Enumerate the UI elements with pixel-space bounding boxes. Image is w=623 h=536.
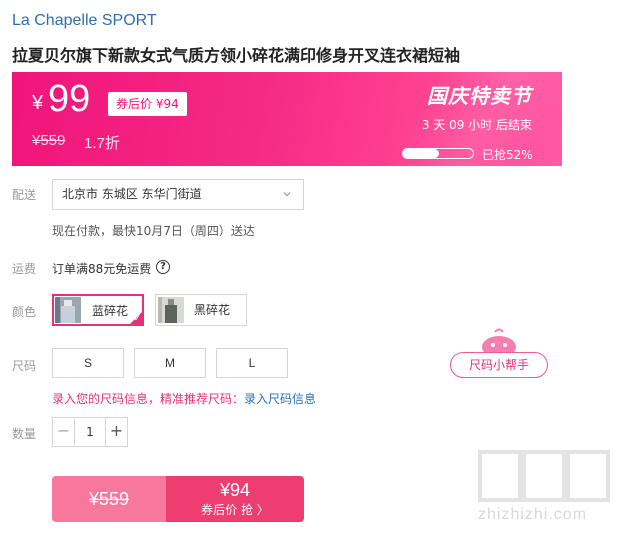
shipping-label: 运费 [12,262,37,276]
help-icon[interactable]: ? [156,260,170,274]
coupon-buy-price: ¥94 [219,480,251,500]
coupon-buy-button[interactable]: ¥94 券后价 抢 〉 [166,476,304,522]
quantity-stepper: − 1 + [52,417,128,447]
size-option-m[interactable]: M [134,348,206,378]
price-currency: ¥ [32,92,44,114]
countdown-timer: 3 天 09 小时 后结束 [421,118,532,132]
quantity-input[interactable]: 1 [75,418,105,446]
size-info-prompt: 录入您的尺码信息，精准推荐尺码：录入尺码信息 [52,390,316,407]
product-thumbnail-blue [55,297,81,323]
color-option-blue-floral[interactable]: 蓝碎花 ✓ [52,294,144,326]
original-price: ¥559 [32,132,66,149]
sold-progress-fill [403,149,440,158]
quantity-label: 数量 [12,427,37,441]
discount-rate: 1.7折 [84,135,120,152]
size-option-s[interactable]: S [52,348,124,378]
watermark-text: zhizhizhi.com [478,506,588,523]
color-option-black-floral[interactable]: 黑碎花 [155,294,247,326]
chevron-down-icon [283,192,291,197]
size-info-link[interactable]: 录入尺码信息 [244,392,316,406]
shipping-text: 订单满88元免运费 [52,262,152,276]
product-thumbnail-black [158,297,184,323]
address-selector[interactable]: 北京市 东城区 东华门街道 [52,179,304,210]
watermark-logo-icon [522,450,566,502]
coupon-price-tag: 券后价 ¥94 [108,92,187,116]
watermark-logo-icon [566,450,610,502]
promo-banner: ¥ 99 券后价 ¥94 ¥559 1.7折 国庆特卖节 3 天 09 小时 后… [12,72,562,166]
check-icon: ✓ [133,314,141,324]
product-title: 拉夏贝尔旗下新款女式气质方领小碎花满印修身开叉连衣裙短袖 [12,46,461,65]
event-title: 国庆特卖节 [427,84,532,108]
current-price: 99 [48,78,91,120]
delivery-eta: 现在付款，最快10月7日（周四）送达 [52,224,255,238]
brand-name[interactable]: La Chapelle SPORT [12,12,157,30]
address-value: 北京市 东城区 东华门街道 [62,187,202,201]
original-price-button[interactable]: ¥559 [52,476,166,522]
sold-progress-bar [402,148,474,159]
quantity-plus-button[interactable]: + [105,418,127,446]
coupon-buy-label: 券后价 抢 〉 [201,503,269,517]
sold-progress-text: 已抢52% [482,148,533,162]
quantity-minus-button[interactable]: − [53,418,75,446]
delivery-label: 配送 [12,188,37,202]
size-option-l[interactable]: L [216,348,288,378]
size-label: 尺码 [12,359,37,373]
size-info-text: 录入您的尺码信息，精准推荐尺码： [52,392,245,406]
color-option-label: 黑碎花 [194,303,231,317]
site-watermark: zhizhizhi.com [470,450,620,530]
size-helper-button[interactable]: 尺码小帮手 [450,352,548,378]
color-label: 颜色 [12,305,37,319]
watermark-logo-icon [478,450,522,502]
color-option-label: 蓝碎花 [92,304,129,318]
